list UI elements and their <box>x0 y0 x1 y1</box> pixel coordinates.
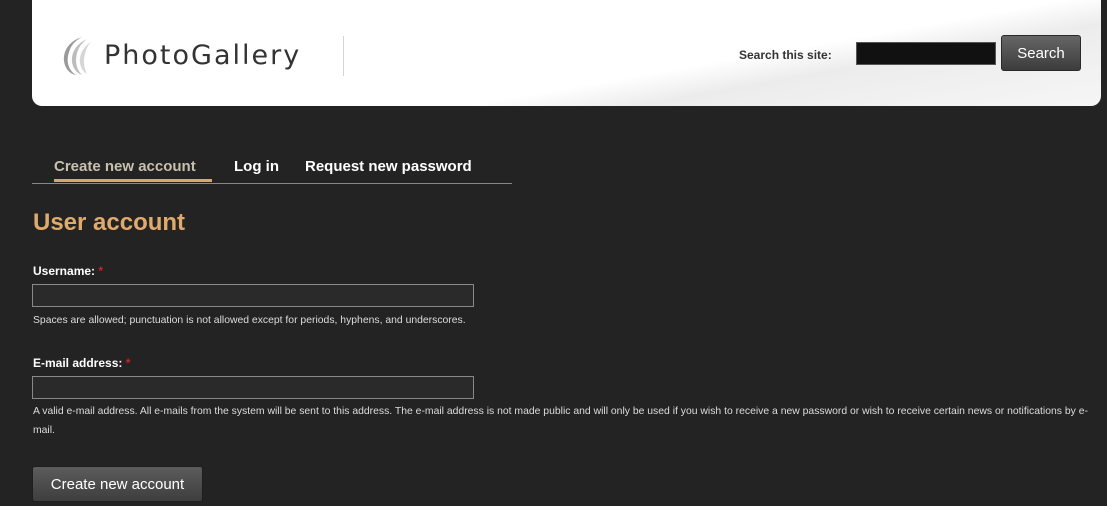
username-label-text: Username: <box>33 264 96 278</box>
create-new-account-button[interactable]: Create new account <box>32 466 203 502</box>
email-description: A valid e-mail address. All e-mails from… <box>33 406 1088 436</box>
username-field[interactable] <box>32 284 474 307</box>
tab-request-new-password[interactable]: Request new password <box>305 158 472 175</box>
page: PhotoGallery Search this site: Search Cr… <box>0 0 1107 506</box>
search-input[interactable] <box>856 42 996 65</box>
active-tab-indicator <box>54 179 212 182</box>
required-marker: * <box>125 356 131 370</box>
crescent-logo-icon <box>63 37 91 75</box>
page-title: User account <box>33 209 186 236</box>
search-label: Search this site: <box>739 48 832 62</box>
tab-create-new-account[interactable]: Create new account <box>54 158 196 175</box>
site-logo[interactable]: PhotoGallery <box>56 34 301 76</box>
account-tabs: Create new account Log in Request new pa… <box>32 156 512 184</box>
email-label-text: E-mail address: <box>33 356 123 370</box>
required-marker: * <box>98 264 104 278</box>
username-label: Username: * <box>33 264 103 278</box>
site-name: PhotoGallery <box>104 39 302 71</box>
site-header: PhotoGallery Search this site: Search <box>32 0 1101 106</box>
tab-log-in[interactable]: Log in <box>234 158 279 175</box>
email-label: E-mail address: * <box>33 356 130 370</box>
email-field[interactable] <box>32 376 474 399</box>
search-button[interactable]: Search <box>1001 35 1081 71</box>
username-description: Spaces are allowed; punctuation is not a… <box>33 315 466 326</box>
header-divider <box>343 36 344 76</box>
